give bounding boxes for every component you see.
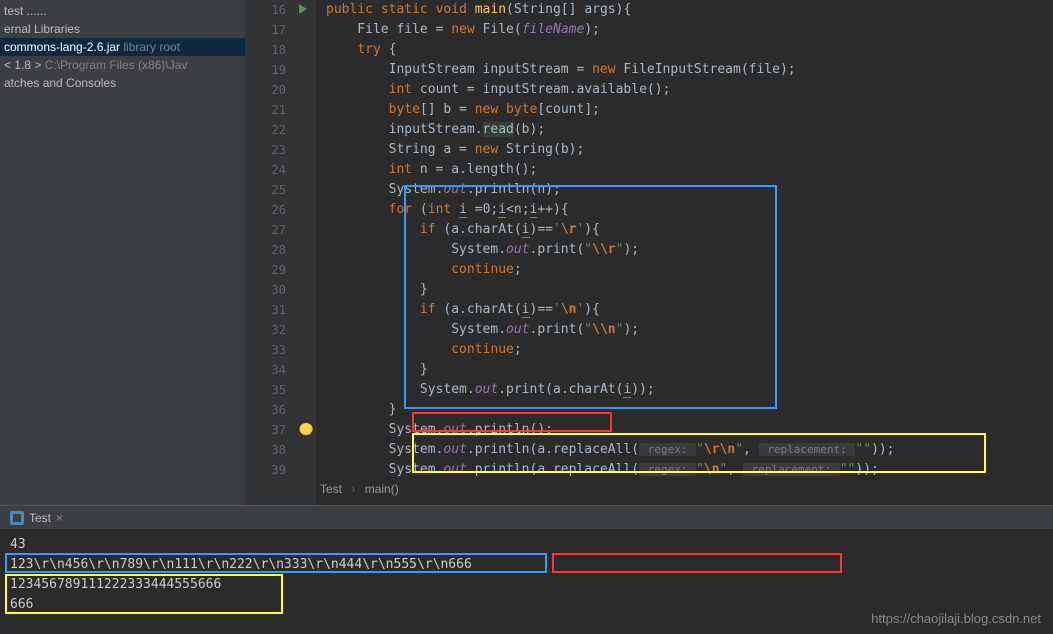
code-line[interactable]: int n = a.length(); xyxy=(326,160,1053,180)
sidebar-item[interactable]: atches and Consoles xyxy=(0,74,245,92)
run-tab[interactable]: Test × xyxy=(4,509,69,527)
intention-bulb-icon[interactable] xyxy=(299,423,313,437)
code-line[interactable]: int count = inputStream.available(); xyxy=(326,80,1053,100)
sidebar-item[interactable]: ernal Libraries xyxy=(0,20,245,38)
code-line[interactable]: byte[] b = new byte[count]; xyxy=(326,100,1053,120)
console-line: 43 xyxy=(10,535,1043,555)
gutter-icons xyxy=(296,0,316,505)
highlight-red-box xyxy=(412,412,612,432)
breadcrumb-class[interactable]: Test xyxy=(320,482,342,496)
run-tab-bar: Test × xyxy=(0,505,1053,529)
run-tab-label: Test xyxy=(29,511,51,525)
code-line[interactable]: public static void main(String[] args){ xyxy=(326,0,1053,20)
breadcrumb-method[interactable]: main() xyxy=(365,482,399,496)
code-line[interactable]: String a = new String(b); xyxy=(326,140,1053,160)
highlight-blue-box xyxy=(404,185,777,409)
console-highlight-blue xyxy=(5,553,547,573)
watermark: https://chaojilaji.blog.csdn.net xyxy=(871,611,1041,626)
code-line[interactable]: InputStream inputStream = new FileInputS… xyxy=(326,60,1053,80)
code-line[interactable]: inputStream.read(b); xyxy=(326,120,1053,140)
sidebar-item-jdk[interactable]: < 1.8 > C:\Program Files (x86)\Jav xyxy=(0,56,245,74)
code-line[interactable]: File file = new File(fileName); xyxy=(326,20,1053,40)
code-line[interactable]: try { xyxy=(326,40,1053,60)
close-icon[interactable]: × xyxy=(56,511,63,525)
project-sidebar: test ...... ernal Libraries commons-lang… xyxy=(0,0,246,505)
sidebar-item[interactable]: test ...... xyxy=(0,2,245,20)
run-config-icon xyxy=(10,511,24,525)
line-gutter: 1617181920212223242526272829303132333435… xyxy=(246,0,296,505)
sidebar-item-jar[interactable]: commons-lang-2.6.jar library root xyxy=(0,38,245,56)
code-area[interactable]: public static void main(String[] args){ … xyxy=(316,0,1053,505)
console-highlight-yellow xyxy=(5,574,283,614)
console-highlight-red xyxy=(552,553,842,573)
breadcrumb[interactable]: Test › main() xyxy=(320,482,399,496)
code-editor[interactable]: 1617181920212223242526272829303132333435… xyxy=(246,0,1053,505)
highlight-yellow-box xyxy=(412,433,986,473)
run-gutter-icon[interactable] xyxy=(299,4,307,14)
chevron-right-icon: › xyxy=(345,482,361,496)
